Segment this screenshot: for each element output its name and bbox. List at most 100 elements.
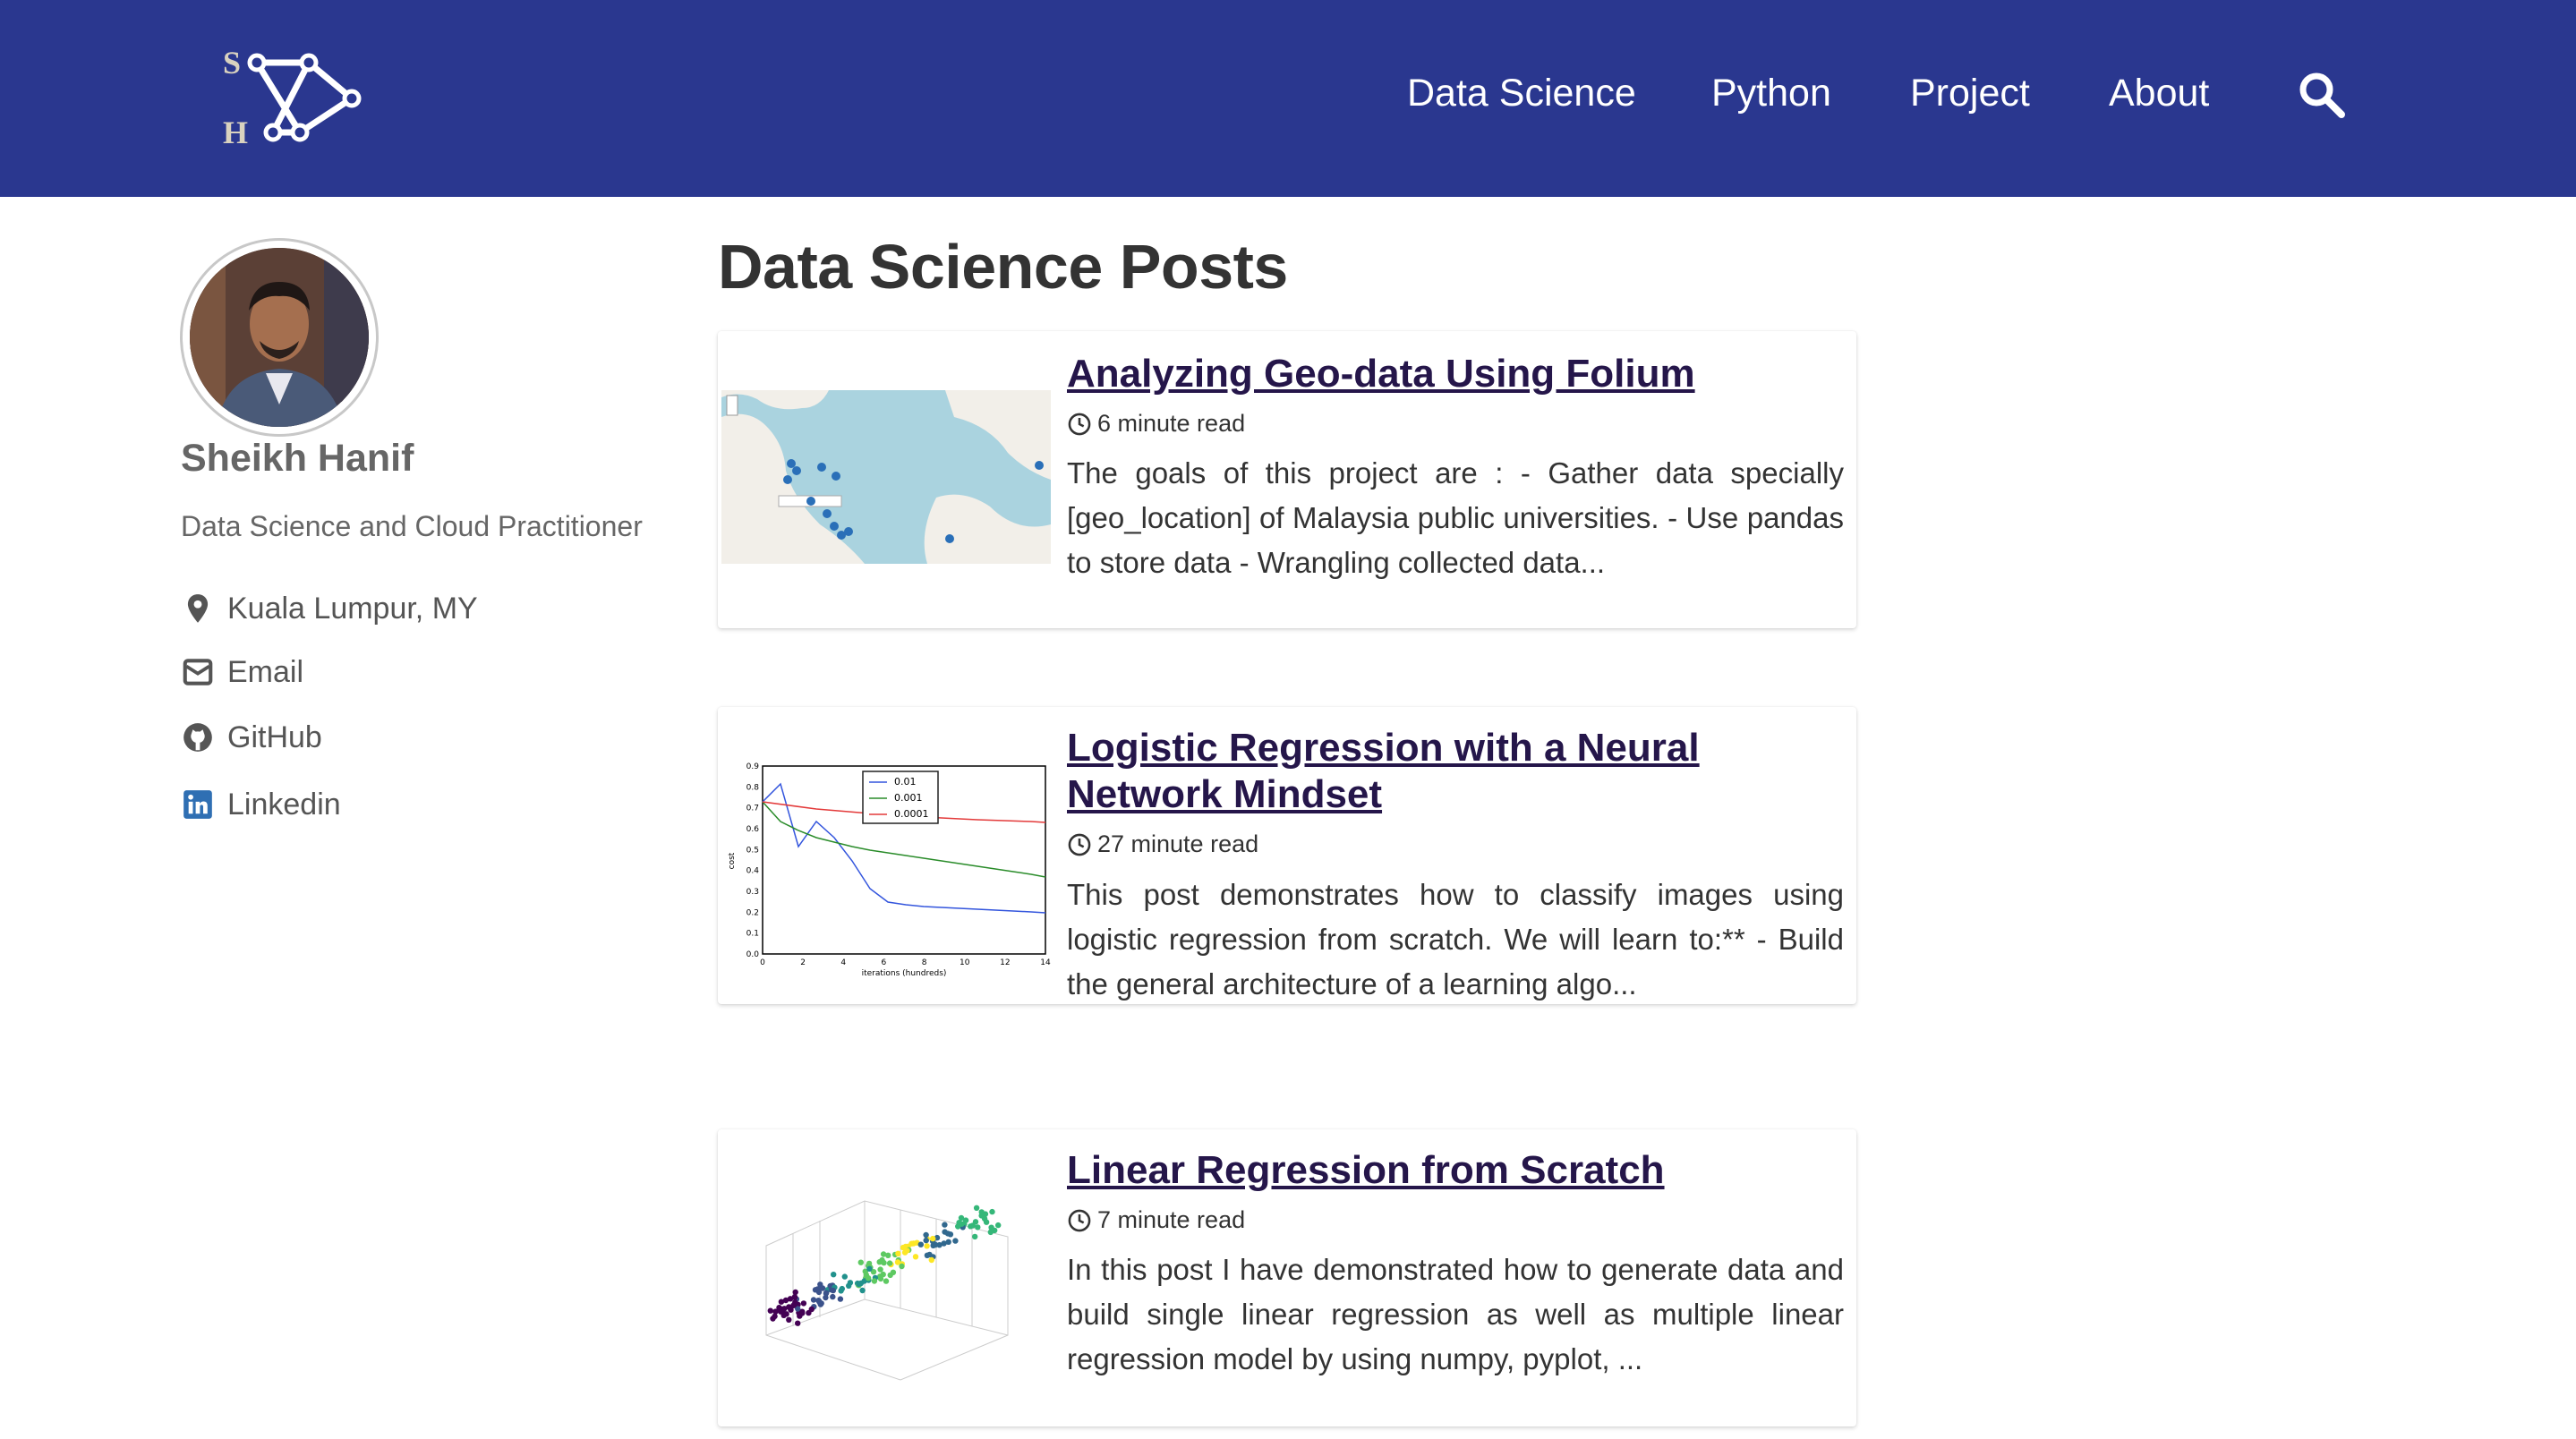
scatter-point (818, 1300, 824, 1307)
scatter-point (887, 1272, 893, 1279)
scatter-point (962, 1217, 969, 1223)
post-title-link[interactable]: Analyzing Geo-data Using Folium (1067, 351, 1846, 397)
nav-python[interactable]: Python (1711, 66, 1831, 120)
read-time-label: 7 minute read (1097, 1206, 1246, 1233)
read-time: 7 minute read (1067, 1206, 1245, 1234)
scatter-point (978, 1213, 985, 1219)
sidebar-github-link[interactable]: GitHub (181, 716, 322, 759)
scatter-point (945, 1239, 951, 1245)
scatter-point (877, 1275, 884, 1282)
post-title-link[interactable]: Logistic Regression with a Neural Networ… (1067, 725, 1846, 818)
scatter-point (837, 1296, 844, 1302)
scatter-point (778, 1308, 784, 1315)
scatter-point (952, 1238, 959, 1244)
scatter-point (830, 1293, 836, 1300)
y-tick-label: 0.4 (746, 867, 760, 876)
y-tick-label: 0.0 (746, 950, 760, 959)
x-tick-label: 2 (800, 958, 806, 967)
email-icon (183, 659, 213, 685)
author-avatar (180, 238, 379, 437)
linkedin-label[interactable]: Linkedin (227, 788, 341, 822)
post-excerpt: This post demonstrates how to classify i… (1067, 878, 1844, 1000)
scatter-point (924, 1243, 930, 1249)
scatter-point (839, 1285, 845, 1292)
scatter-point (969, 1222, 976, 1229)
post-card-linear-regression: Linear Regression from Scratch 7 minute … (718, 1129, 1856, 1426)
scatter-point (877, 1266, 883, 1273)
sidebar-linkedin-link[interactable]: Linkedin (181, 783, 341, 826)
scatter-point (917, 1241, 924, 1247)
post-thumbnail-3d-plot[interactable] (721, 1156, 1051, 1398)
author-name: Sheikh Hanif (181, 437, 414, 480)
linkedin-icon (183, 790, 212, 819)
scatter-point (857, 1259, 864, 1265)
legend-label-2: 0.0001 (894, 808, 929, 820)
legend-label-0: 0.01 (894, 776, 917, 788)
github-icon (183, 723, 212, 752)
chart-xlabel: iterations (hundreds) (862, 969, 947, 978)
post-card-logistic-regression: 0.9 0.8 0.7 0.6 0.5 0.4 0.3 0.2 0.1 0.0 0 2 4 6 8 10 12… (718, 707, 1856, 1004)
scatter-point (876, 1259, 883, 1265)
page-title: Data Science Posts (718, 232, 1288, 302)
post-excerpt: The goals of this project are : - Gather… (1067, 456, 1844, 579)
scatter-point (944, 1230, 951, 1237)
scatter-point (831, 1272, 837, 1278)
email-label[interactable]: Email (227, 655, 303, 690)
scatter-point (987, 1229, 994, 1236)
nav-about[interactable]: About (2109, 66, 2209, 120)
github-label[interactable]: GitHub (227, 720, 322, 755)
clock-icon (1068, 833, 1091, 856)
avatar-photo (190, 248, 369, 427)
x-tick-label: 8 (922, 958, 927, 967)
scatter-point (788, 1307, 794, 1313)
scatter-point (995, 1222, 1002, 1229)
scatter-point (799, 1310, 806, 1316)
scatter-point (912, 1254, 919, 1260)
nav-data-science[interactable]: Data Science (1407, 66, 1636, 120)
y-tick-label: 0.9 (746, 762, 760, 771)
y-tick-label: 0.7 (746, 805, 759, 813)
scatter-point (767, 1307, 773, 1314)
scatter-point (880, 1251, 887, 1257)
post-excerpt: In this post I have demonstrated how to … (1067, 1253, 1844, 1375)
scatter-point (923, 1237, 929, 1244)
sidebar-email-link[interactable]: Email (181, 651, 303, 694)
scatter-point (791, 1302, 798, 1308)
scatter-point (895, 1250, 901, 1256)
author-bio: Data Science and Cloud Practitioner (181, 510, 643, 542)
scatter-point (871, 1278, 878, 1284)
x-tick-label: 14 (1040, 958, 1051, 967)
scatter-point (841, 1273, 848, 1280)
scatter-point (989, 1208, 995, 1215)
scatter-point (899, 1263, 905, 1270)
read-time-label: 27 minute read (1097, 830, 1259, 857)
scatter-point (866, 1265, 873, 1272)
legend-label-1: 0.001 (894, 792, 923, 804)
scatter-point (810, 1297, 817, 1303)
site-logo[interactable]: S H (219, 38, 363, 154)
post-thumbnail-cost-chart[interactable]: 0.9 0.8 0.7 0.6 0.5 0.4 0.3 0.2 0.1 0.0 0 2 4 6 8 10 12… (721, 750, 1051, 992)
post-thumbnail-map[interactable] (721, 390, 1051, 564)
scatter-point (904, 1247, 910, 1254)
scatter-point (973, 1205, 980, 1211)
logo-letter-s: S (223, 45, 241, 81)
sidebar-location: Kuala Lumpur, MY (181, 587, 478, 630)
x-tick-label: 10 (960, 958, 970, 967)
scatter-point (857, 1280, 865, 1287)
post-title-link[interactable]: Linear Regression from Scratch (1067, 1147, 1846, 1194)
top-navigation-bar: S H Data Science Python Project About (0, 0, 2576, 197)
scatter-point (975, 1224, 981, 1230)
scatter-point (846, 1282, 852, 1289)
scatter-point (806, 1309, 812, 1316)
y-tick-label: 0.1 (746, 930, 759, 939)
x-tick-label: 4 (840, 958, 846, 967)
search-icon[interactable] (2297, 70, 2347, 120)
clock-icon (1068, 413, 1091, 435)
nav-project[interactable]: Project (1910, 66, 2030, 120)
clock-icon (1068, 1209, 1091, 1231)
scatter-point (786, 1316, 792, 1323)
scatter-point (972, 1233, 978, 1240)
scatter-point (795, 1320, 801, 1326)
read-time-label: 6 minute read (1097, 410, 1246, 437)
scatter-point (886, 1260, 893, 1266)
